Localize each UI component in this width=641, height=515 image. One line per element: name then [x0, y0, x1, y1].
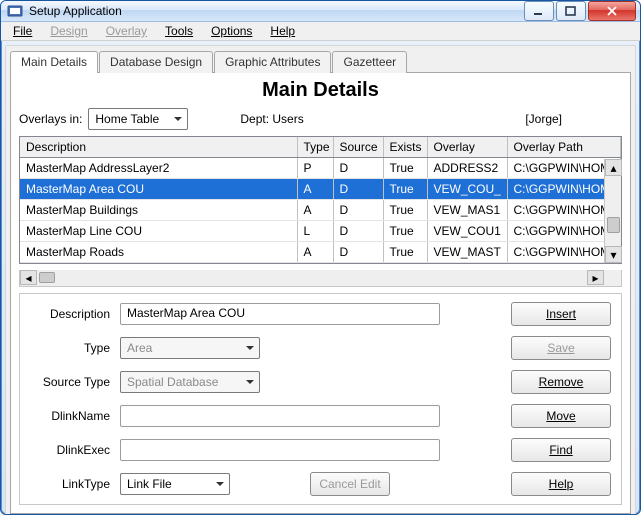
- user-bracket: [Jorge]: [525, 112, 562, 126]
- dlinkname-input[interactable]: [120, 405, 440, 427]
- type-select[interactable]: Area: [120, 337, 260, 359]
- linktype-label: LinkType: [30, 477, 120, 491]
- menu-file[interactable]: File: [5, 22, 40, 40]
- overlays-in-label: Overlays in:: [19, 112, 82, 126]
- col-overlay-path[interactable]: Overlay Path: [507, 137, 621, 158]
- col-source[interactable]: Source: [333, 137, 383, 158]
- type-label: Type: [30, 341, 120, 355]
- table-row[interactable]: MasterMap Buildings A D True VEW_MAS1 C:…: [20, 200, 621, 221]
- cancel-edit-button[interactable]: Cancel Edit: [310, 472, 390, 496]
- source-type-label: Source Type: [30, 375, 120, 389]
- overlays-in-select[interactable]: Home Table: [88, 108, 188, 130]
- grid-header: Description Type Source Exists Overlay O…: [20, 137, 621, 158]
- table-row[interactable]: MasterMap Area COU A D True VEW_COU_ C:\…: [20, 179, 621, 200]
- dlinkname-label: DlinkName: [30, 409, 120, 423]
- dlinkexec-label: DlinkExec: [30, 443, 120, 457]
- menu-options[interactable]: Options: [203, 22, 260, 40]
- grid-vertical-scrollbar[interactable]: ▴ ▾: [604, 159, 621, 263]
- find-button[interactable]: Find: [511, 438, 611, 462]
- maximize-button[interactable]: [556, 1, 586, 21]
- menu-design[interactable]: Design: [42, 22, 95, 40]
- dept-label: Dept: Users: [240, 112, 303, 126]
- table-row[interactable]: MasterMap AddressLayer2 P D True ADDRESS…: [20, 158, 621, 179]
- content-area: Main Details Database Design Graphic Att…: [5, 45, 636, 515]
- insert-button[interactable]: Insert: [511, 302, 611, 326]
- menu-help[interactable]: Help: [262, 22, 303, 40]
- menu-overlay[interactable]: Overlay: [98, 22, 155, 40]
- scroll-up-icon[interactable]: ▴: [605, 159, 622, 176]
- close-button[interactable]: [588, 1, 636, 21]
- table-row[interactable]: MasterMap Roads A D True VEW_MAST C:\GGP…: [20, 242, 621, 263]
- col-description[interactable]: Description: [20, 137, 297, 158]
- form-area: Description MasterMap Area COU Insert Ty…: [19, 293, 622, 505]
- grid-table[interactable]: Description Type Source Exists Overlay O…: [20, 137, 621, 263]
- app-window: Setup Application File Design Overlay To…: [0, 0, 641, 515]
- panel-main-details: Main Details Overlays in: Home Table Dep…: [10, 72, 631, 514]
- overlays-row: Overlays in: Home Table Dept: Users [Jor…: [19, 108, 622, 130]
- col-type[interactable]: Type: [297, 137, 333, 158]
- grid: Description Type Source Exists Overlay O…: [19, 136, 622, 264]
- remove-button[interactable]: Remove: [511, 370, 611, 394]
- scroll-down-icon[interactable]: ▾: [605, 246, 622, 263]
- tab-gazetteer[interactable]: Gazetteer: [332, 51, 407, 73]
- menubar: File Design Overlay Tools Options Help: [1, 22, 640, 41]
- window-title: Setup Application: [29, 4, 524, 18]
- help-button[interactable]: Help: [511, 472, 611, 496]
- scroll-thumb[interactable]: [607, 217, 620, 233]
- scroll-right-icon[interactable]: ▸: [587, 270, 604, 285]
- description-label: Description: [30, 307, 120, 321]
- window-buttons: [524, 1, 636, 21]
- source-type-select[interactable]: Spatial Database: [120, 371, 260, 393]
- col-overlay[interactable]: Overlay: [427, 137, 507, 158]
- dlinkexec-input[interactable]: [120, 439, 440, 461]
- tab-graphic-attributes[interactable]: Graphic Attributes: [214, 51, 331, 73]
- col-exists[interactable]: Exists: [383, 137, 427, 158]
- app-icon: [7, 3, 23, 19]
- hscroll-thumb[interactable]: [39, 272, 55, 283]
- table-row[interactable]: MasterMap Line COU L D True VEW_COU1 C:\…: [20, 221, 621, 242]
- move-button[interactable]: Move: [511, 404, 611, 428]
- description-input[interactable]: MasterMap Area COU: [120, 303, 440, 325]
- linktype-select[interactable]: Link File: [120, 473, 230, 495]
- grid-horizontal-scrollbar[interactable]: ◂ ▸: [19, 270, 622, 287]
- titlebar: Setup Application: [1, 1, 640, 22]
- save-button[interactable]: Save: [511, 336, 611, 360]
- scroll-left-icon[interactable]: ◂: [20, 270, 37, 285]
- overlays-in-value: Home Table: [95, 112, 159, 126]
- tab-database-design[interactable]: Database Design: [99, 51, 213, 73]
- tabstrip: Main Details Database Design Graphic Att…: [6, 47, 635, 73]
- page-title: Main Details: [19, 79, 622, 102]
- tab-main-details[interactable]: Main Details: [10, 51, 98, 73]
- minimize-button[interactable]: [524, 1, 554, 21]
- menu-tools[interactable]: Tools: [157, 22, 201, 40]
